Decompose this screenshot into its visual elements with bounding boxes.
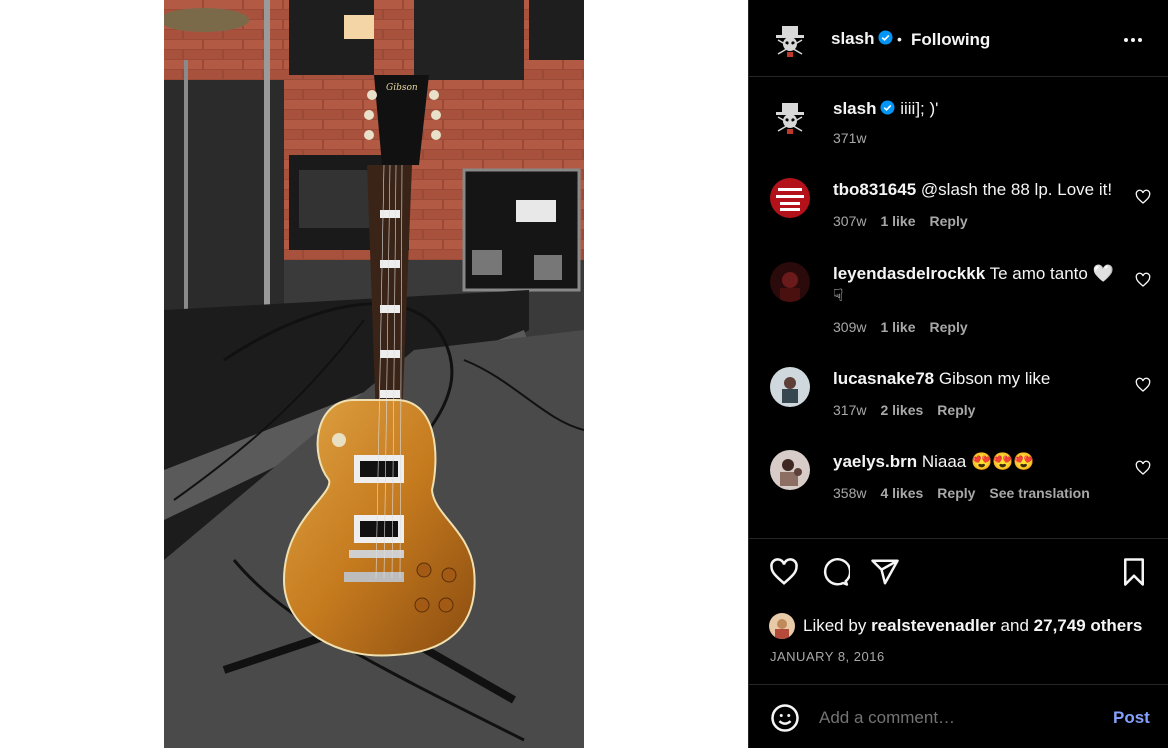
comment-meta: 358w 4 likes Reply See translation: [833, 485, 1104, 501]
liker-avatar[interactable]: [769, 613, 795, 639]
share-icon[interactable]: [870, 557, 900, 587]
reply-button[interactable]: Reply: [937, 485, 975, 501]
liker-username[interactable]: realstevenadler: [871, 616, 996, 636]
see-translation-button[interactable]: See translation: [989, 485, 1089, 501]
reply-button[interactable]: Reply: [930, 319, 968, 335]
comment-like-heart-icon[interactable]: [1135, 460, 1151, 476]
comment-input[interactable]: [819, 705, 1099, 731]
comment-meta: 309w 1 like Reply: [833, 319, 982, 335]
reply-button[interactable]: Reply: [930, 213, 968, 229]
top-hat-skull-logo: [770, 20, 810, 60]
post-comment-button[interactable]: Post: [1113, 708, 1150, 728]
caption-username[interactable]: slash: [833, 99, 876, 118]
caption-time: 371w: [833, 130, 867, 146]
comment-like-heart-icon[interactable]: [1135, 272, 1151, 288]
liked-by-prefix: Liked by: [803, 616, 867, 635]
caption-meta: 371w: [833, 130, 880, 146]
comment-body: @slash the 88 lp. Love it!: [920, 180, 1113, 199]
commenter-avatar[interactable]: [770, 178, 810, 218]
likes-summary: Liked by realstevenadler and 27,749 othe…: [769, 613, 1142, 639]
liker-photo-avatar: [769, 613, 795, 639]
comment-meta: 317w 2 likes Reply: [833, 402, 989, 418]
comment-body: Gibson my like: [938, 369, 1051, 388]
emoji-icon[interactable]: [770, 703, 800, 733]
comment-username[interactable]: lucasnake78: [833, 369, 934, 388]
comment-likes[interactable]: 4 likes: [880, 485, 923, 501]
comment-meta: 307w 1 like Reply: [833, 213, 982, 229]
caption-body: iiii]; )': [900, 99, 939, 118]
caption-text: slash iiii]; )': [833, 98, 1123, 120]
commenter-avatar[interactable]: [770, 262, 810, 302]
author-name[interactable]: slash: [831, 29, 874, 48]
author-avatar[interactable]: [770, 20, 810, 60]
comment-text: tbo831645 @slash the 88 lp. Love it!: [833, 179, 1123, 201]
comment-time: 358w: [833, 485, 867, 501]
post-photo[interactable]: Gibson: [164, 0, 584, 748]
bookmark-icon[interactable]: [1119, 557, 1149, 587]
comment-likes[interactable]: 1 like: [880, 319, 915, 335]
dark-red-photo-avatar: [770, 262, 810, 302]
comment-body: Niaaa 😍😍😍: [921, 452, 1035, 471]
comment-text: yaelys.brn Niaaa 😍😍😍: [833, 451, 1123, 473]
comment-text: lucasnake78 Gibson my like: [833, 368, 1123, 390]
liked-by-conj: and: [1000, 616, 1029, 635]
comment-username[interactable]: tbo831645: [833, 180, 916, 199]
add-comment-bar: Post: [749, 684, 1168, 748]
svg-text:Gibson: Gibson: [386, 83, 418, 93]
post-actions: Liked by realstevenadler and 27,749 othe…: [749, 538, 1168, 684]
top-hat-skull-logo: [770, 97, 810, 137]
comment-time: 309w: [833, 319, 867, 335]
comment-icon[interactable]: [820, 557, 850, 587]
commenter-avatar[interactable]: [770, 450, 810, 490]
separator-dot: •: [897, 31, 902, 47]
comment-time: 307w: [833, 213, 867, 229]
guitar-photo-illustration: Gibson: [164, 0, 584, 748]
person-photo-avatar: [770, 450, 810, 490]
post-header: slash • Following: [749, 0, 1168, 77]
caption-author-avatar[interactable]: [770, 97, 810, 137]
verified-badge-icon: [880, 100, 896, 115]
commenter-avatar[interactable]: [770, 367, 810, 407]
person-photo-avatar: [770, 367, 810, 407]
comment-text: leyendasdelrockkk Te amo tanto 🤍 ☟: [833, 263, 1123, 307]
comment-username[interactable]: yaelys.brn: [833, 452, 917, 471]
comment-username[interactable]: leyendasdelrockkk: [833, 264, 985, 283]
comment-like-heart-icon[interactable]: [1135, 377, 1151, 393]
verified-badge-icon: [878, 30, 894, 45]
comment-likes[interactable]: 1 like: [880, 213, 915, 229]
comment-likes[interactable]: 2 likes: [880, 402, 923, 418]
likes-others-count[interactable]: 27,749 others: [1034, 616, 1143, 636]
comment-like-heart-icon[interactable]: [1135, 189, 1151, 205]
post-side-panel: slash • Following slash iiii]; )' 371w t…: [748, 0, 1168, 748]
comment-time: 317w: [833, 402, 867, 418]
heart-icon[interactable]: [769, 557, 799, 587]
reply-button[interactable]: Reply: [937, 402, 975, 418]
media-area: Gibson: [0, 0, 748, 748]
post-date: JANUARY 8, 2016: [770, 649, 885, 664]
author-username[interactable]: slash: [831, 29, 894, 49]
more-options-icon[interactable]: [1121, 28, 1145, 52]
red-sign-avatar: [770, 178, 810, 218]
following-button[interactable]: Following: [911, 30, 990, 50]
